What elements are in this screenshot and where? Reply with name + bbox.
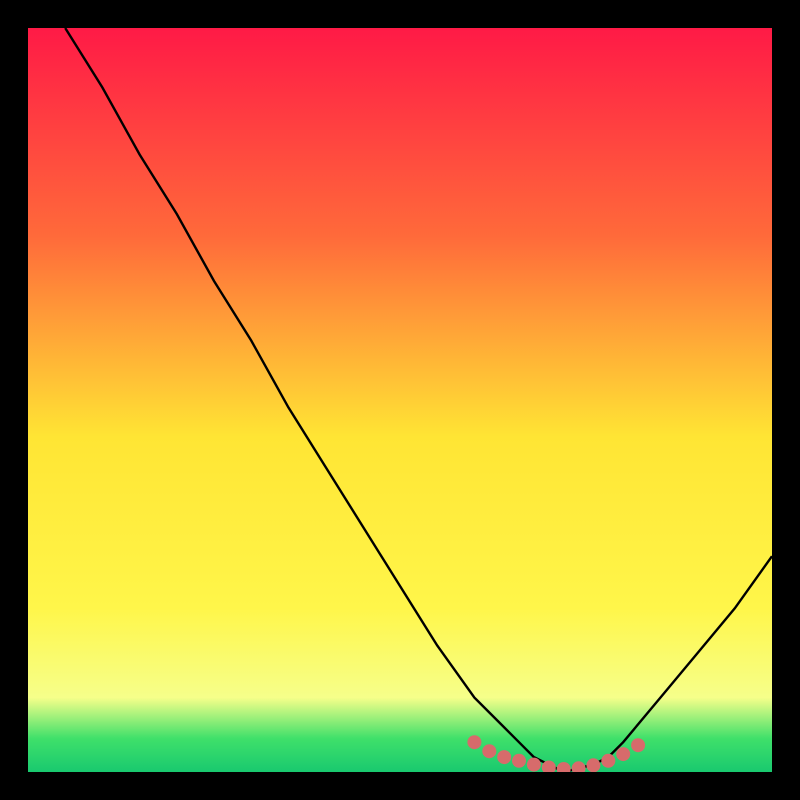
optimum-dot (497, 750, 511, 764)
optimum-dot (631, 738, 645, 752)
chart-frame: TheBottleneck.com (28, 28, 772, 772)
optimum-dot (482, 744, 496, 758)
gradient-background (28, 28, 772, 772)
optimum-dot (512, 754, 526, 768)
optimum-dot (616, 747, 630, 761)
optimum-dot (527, 758, 541, 772)
bottleneck-chart (28, 28, 772, 772)
optimum-dot (586, 758, 600, 772)
optimum-dot (601, 754, 615, 768)
optimum-dot (467, 735, 481, 749)
